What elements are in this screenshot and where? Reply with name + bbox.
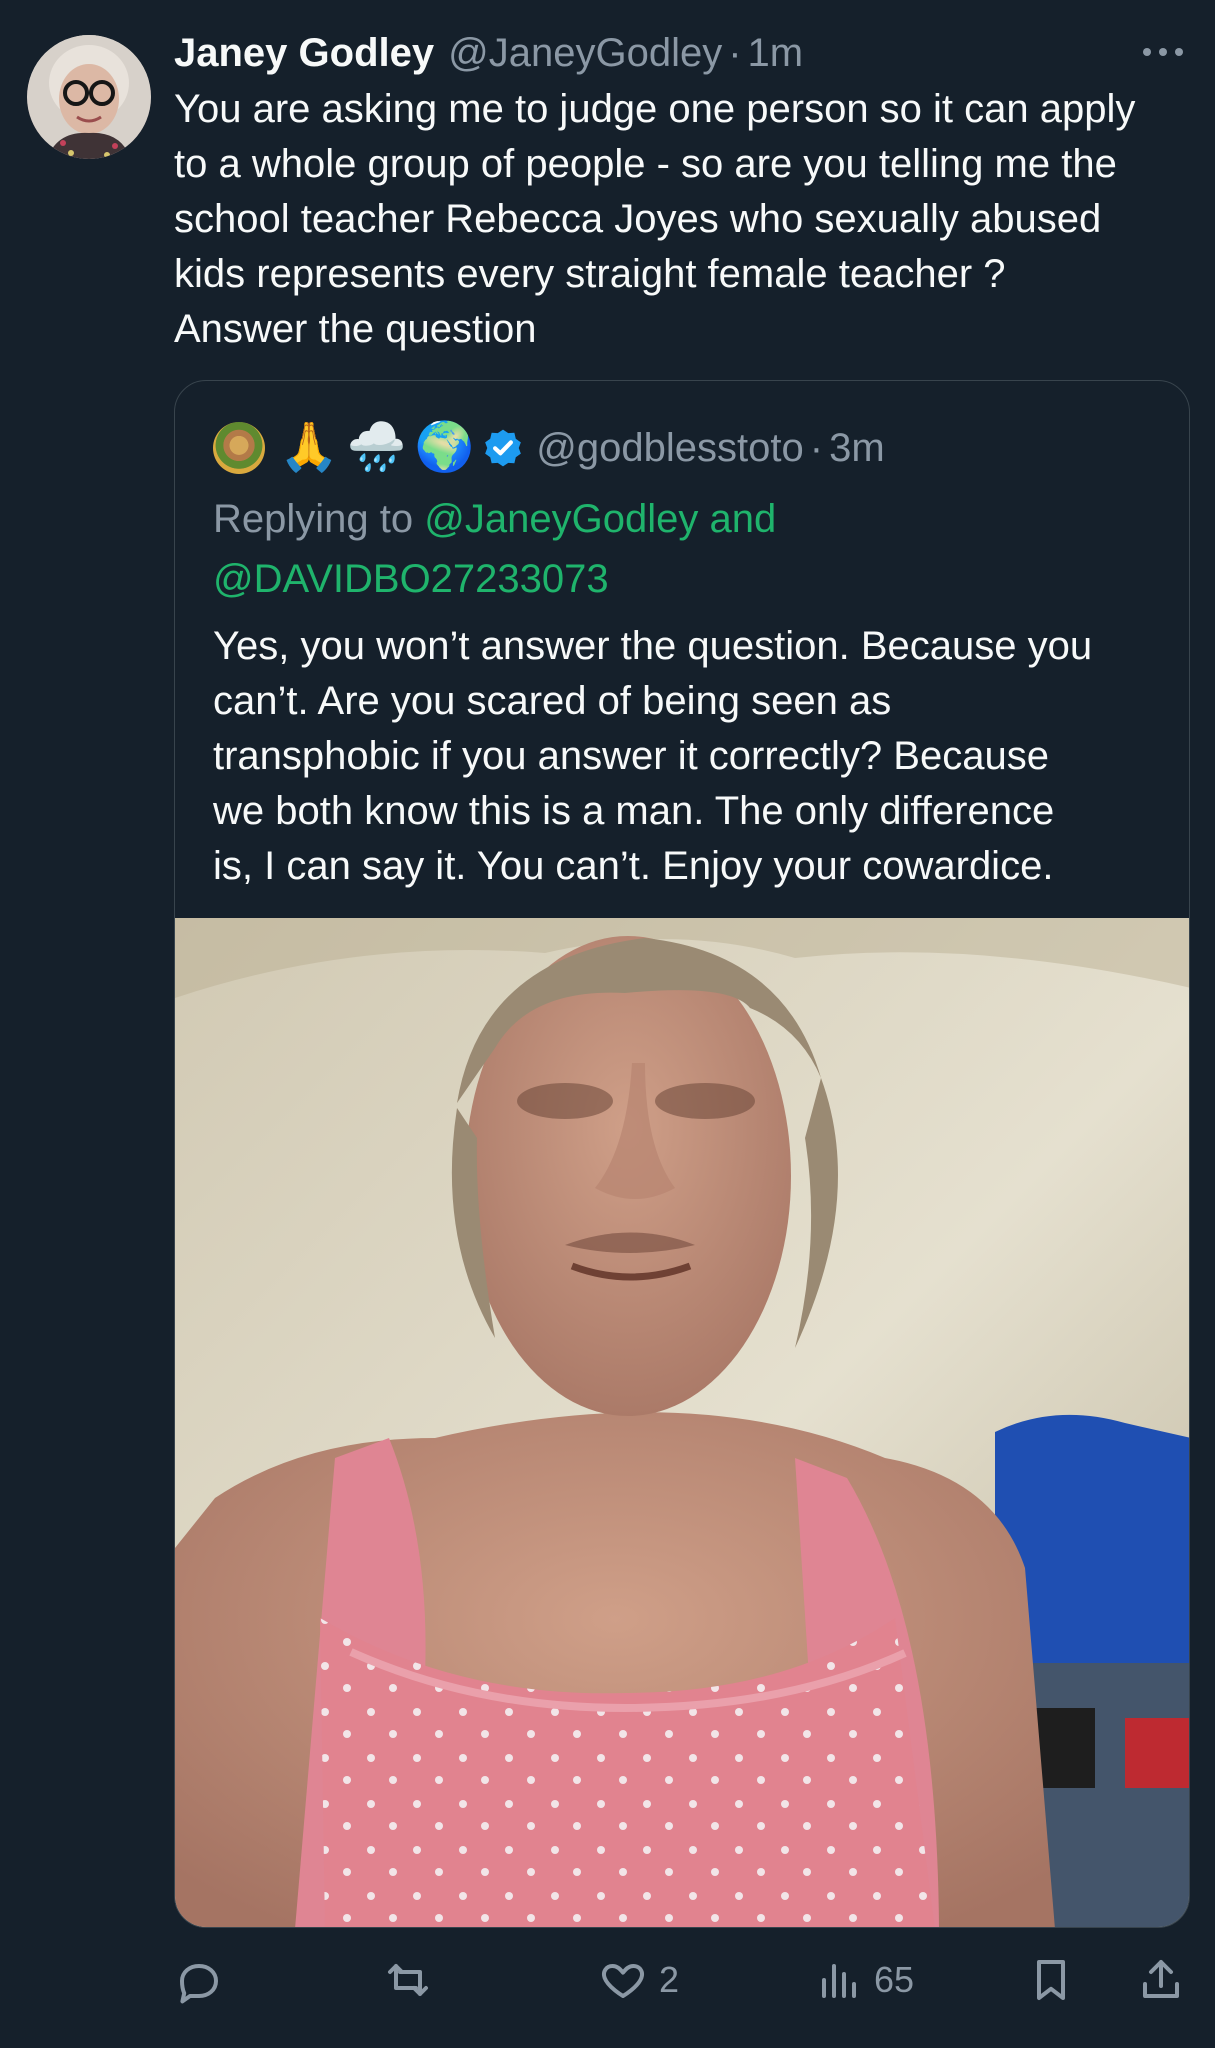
praying-hands-emoji: 🙏 [279, 421, 339, 474]
rain-cloud-emoji: 🌧️ [346, 421, 407, 474]
tweet-text-line: school teacher Rebecca Joyes who sexuall… [174, 197, 1102, 241]
repost-icon [388, 1964, 428, 1996]
mention-davidbo27233073[interactable]: @DAVIDBO27233073 [213, 557, 609, 601]
reply-button[interactable] [174, 1952, 222, 2008]
author-name[interactable]: Janey Godley [174, 26, 434, 80]
views-button[interactable]: 65 [814, 1952, 914, 2008]
tweet-text: You are asking me to judge one person so… [174, 82, 1184, 357]
repost-button[interactable] [384, 1952, 432, 2008]
quoted-tweet-photo[interactable] [175, 918, 1189, 1927]
selfie-photo [175, 918, 1189, 1927]
mention-janeygodley[interactable]: @JaneyGodley [424, 497, 698, 541]
quoted-text-line: Yes, you won’t answer the question. Beca… [213, 624, 1093, 668]
tweet-text-line: kids represents every straight female te… [174, 252, 1006, 296]
more-horizontal-icon [1143, 48, 1183, 56]
tweet-text-line: You are asking me to judge one person so… [174, 87, 1136, 131]
quoted-tweet-header: 🙏 🌧️ 🌍 @godblesstoto · 3m [213, 417, 885, 479]
header-separator: · [728, 31, 742, 75]
share-icon [1143, 1960, 1179, 1998]
replying-and: and [709, 497, 777, 541]
quoted-tweet[interactable]: 🙏 🌧️ 🌍 @godblesstoto · 3m Replying to @J… [174, 380, 1190, 1928]
author-handle[interactable]: @JaneyGodley [448, 26, 722, 80]
heart-icon [602, 1964, 644, 1998]
bar-chart-icon [822, 1964, 856, 1998]
quoted-text-line: can’t. Are you scared of being seen as [213, 679, 892, 723]
tweet-header: Janey Godley @JaneyGodley · 1m [174, 26, 1174, 80]
tweet-actions: 2 65 [174, 1952, 1190, 2008]
quoted-header-separator: · [809, 425, 824, 470]
tweet-text-line: to a whole group of people - so are you … [174, 142, 1117, 186]
replying-to: Replying to @JaneyGodley and @DAVIDBO272… [213, 489, 1143, 609]
quoted-tweet-time[interactable]: 3m [829, 426, 885, 471]
bookmark-button[interactable] [1027, 1952, 1075, 2008]
tweet-text-line: Answer the question [174, 307, 537, 351]
share-button[interactable] [1137, 1952, 1185, 2008]
views-count: 65 [874, 1959, 915, 2000]
quoted-text-line: is, I can say it. You can’t. Enjoy your … [213, 844, 1054, 888]
more-options-button[interactable] [1139, 32, 1187, 72]
quoted-author-handle[interactable]: @godblesstoto [536, 426, 803, 471]
tweet-time[interactable]: 1m [748, 26, 804, 80]
author-avatar-image [27, 35, 151, 159]
quoted-text-line: we both know this is a man. The only dif… [213, 789, 1055, 833]
bookmark-icon [1037, 1960, 1065, 2000]
globe-emoji: 🌍 [414, 421, 475, 474]
reply-icon [180, 1964, 218, 2004]
quoted-text-line: transphobic if you answer it correctly? … [213, 734, 1049, 778]
author-avatar[interactable] [27, 35, 151, 159]
verified-badge-icon [485, 429, 522, 467]
quoted-tweet-text: Yes, you won’t answer the question. Beca… [213, 619, 1153, 894]
quoted-author-avatar[interactable] [213, 422, 265, 474]
like-button[interactable]: 2 [599, 1952, 679, 2008]
tweet[interactable]: Janey Godley @JaneyGodley · 1m You are a… [0, 0, 1215, 2048]
like-count: 2 [659, 1959, 680, 2000]
replying-to-label: Replying to [213, 497, 414, 541]
